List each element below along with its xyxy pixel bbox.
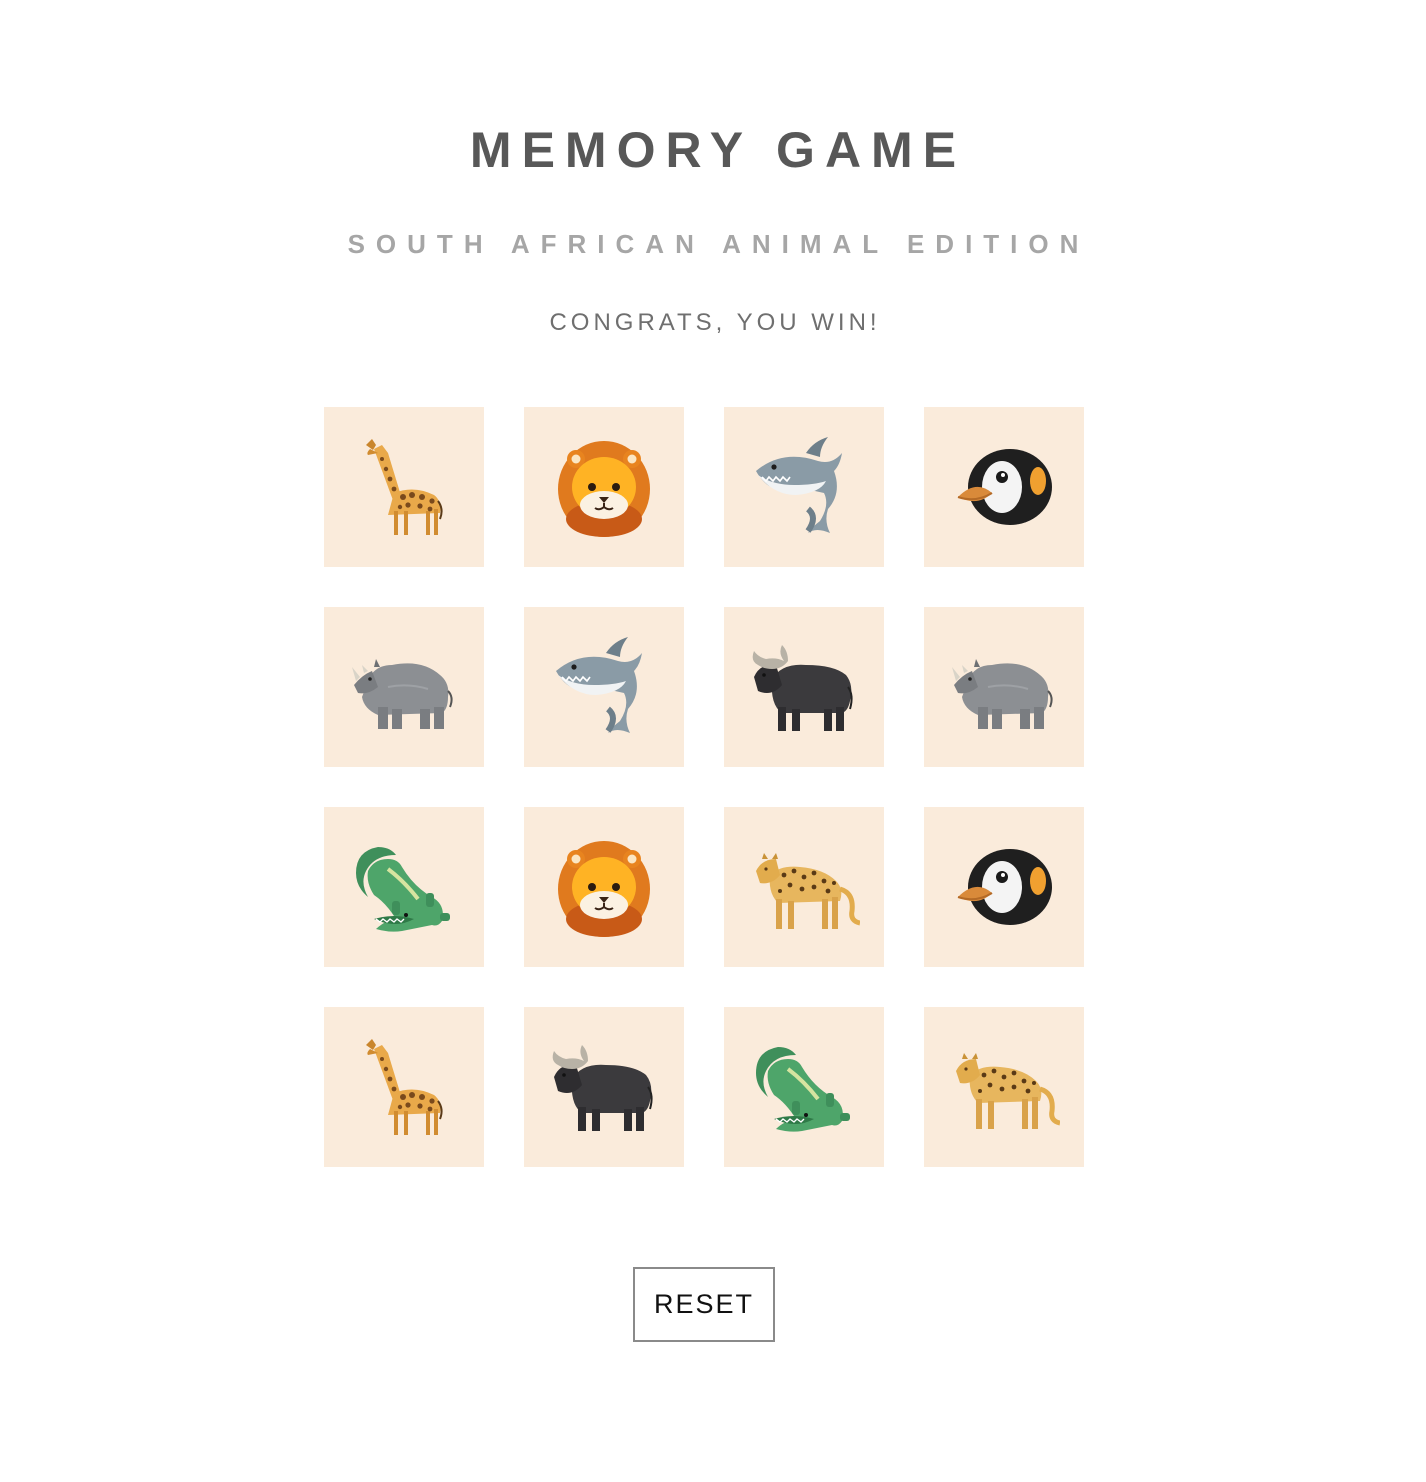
leopard-icon (956, 1053, 1060, 1129)
crocodile-icon (356, 847, 450, 932)
rhino-icon (352, 659, 453, 729)
rhino-icon (952, 659, 1053, 729)
card-penguin[interactable] (924, 407, 1084, 567)
card-giraffe[interactable] (324, 407, 484, 567)
card-leopard[interactable] (724, 807, 884, 967)
lion-icon (558, 441, 650, 537)
card-rhino[interactable] (324, 607, 484, 767)
card-lion[interactable] (524, 407, 684, 567)
shark-icon (756, 437, 842, 533)
card-crocodile[interactable] (724, 1007, 884, 1167)
card-giraffe[interactable] (324, 1007, 484, 1167)
penguin-icon (957, 849, 1052, 925)
buffalo-icon (752, 645, 853, 731)
buffalo-icon (552, 1045, 653, 1131)
lion-icon (558, 841, 650, 937)
card-leopard[interactable] (924, 1007, 1084, 1167)
crocodile-icon (756, 1047, 850, 1132)
page-subtitle: SOUTH AFRICAN ANIMAL EDITION (347, 229, 1090, 259)
card-board (324, 407, 1084, 1167)
reset-button[interactable]: RESET (633, 1267, 775, 1342)
card-lion[interactable] (524, 807, 684, 967)
card-buffalo[interactable] (524, 1007, 684, 1167)
card-rhino[interactable] (924, 607, 1084, 767)
card-buffalo[interactable] (724, 607, 884, 767)
win-status-message: CONGRATS, YOU WIN! (549, 309, 881, 336)
leopard-icon (756, 853, 860, 929)
penguin-icon (957, 449, 1052, 525)
shark-icon (556, 637, 642, 733)
giraffe-icon (366, 439, 443, 535)
card-shark[interactable] (724, 407, 884, 567)
page-title: MEMORY GAME (469, 122, 967, 178)
card-shark[interactable] (524, 607, 684, 767)
card-crocodile[interactable] (324, 807, 484, 967)
card-penguin[interactable] (924, 807, 1084, 967)
giraffe-icon (366, 1039, 443, 1135)
